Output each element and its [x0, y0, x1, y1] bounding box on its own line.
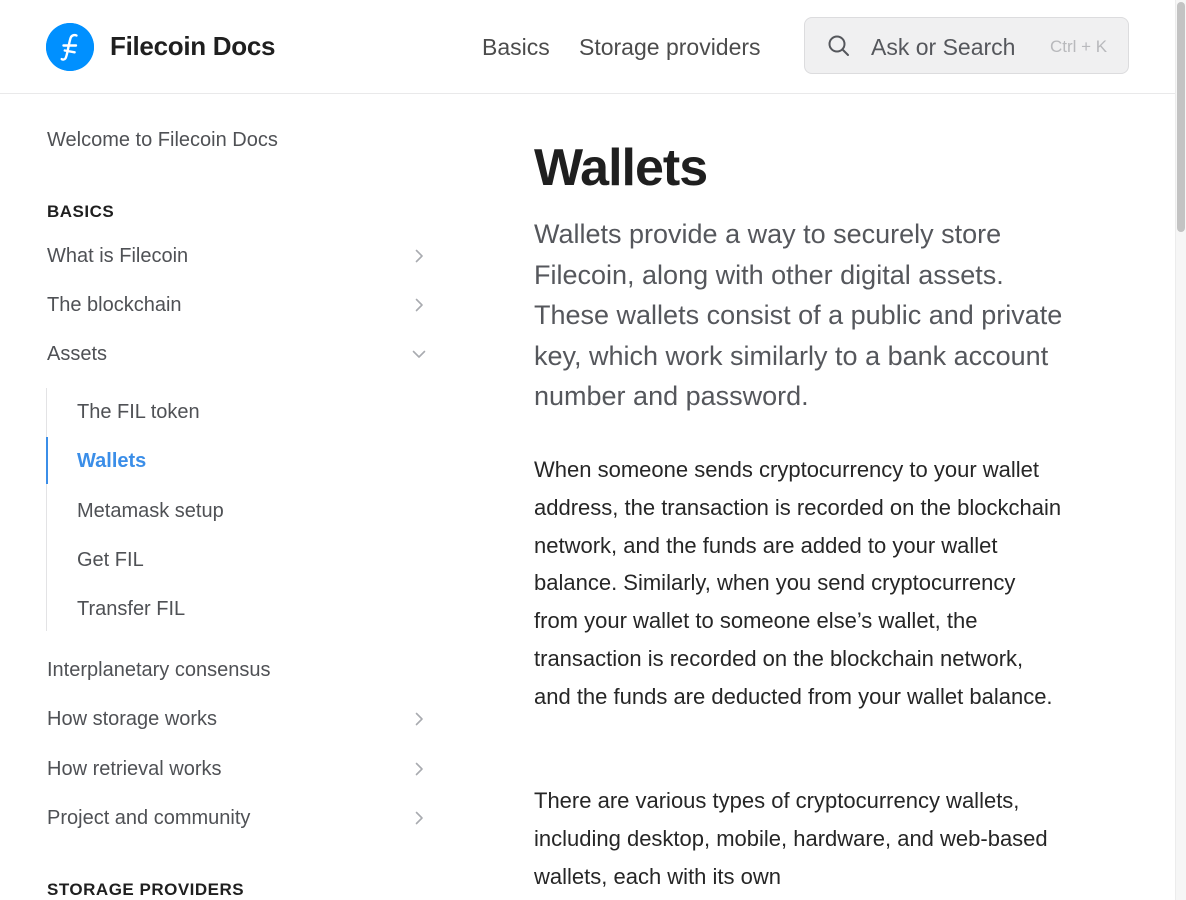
chevron-right-icon[interactable] [410, 247, 428, 265]
sidebar-item-how-retrieval-works[interactable]: How retrieval works [47, 757, 221, 781]
chevron-right-icon[interactable] [410, 760, 428, 778]
search-shortcut-hint: Ctrl + K [1050, 37, 1108, 56]
sidebar-item-what-is-filecoin[interactable]: What is Filecoin [47, 244, 188, 268]
sidebar-item-transfer-fil[interactable]: Transfer FIL [77, 597, 185, 621]
chevron-right-icon[interactable] [410, 809, 428, 827]
sidebar-item-project-and-community[interactable]: Project and community [47, 806, 250, 830]
page-scrollbar[interactable] [1175, 0, 1186, 900]
top-header: Filecoin Docs Basics Storage providers A… [0, 0, 1175, 94]
sidebar-item-metamask-setup[interactable]: Metamask setup [77, 499, 224, 523]
search-icon [826, 33, 852, 59]
active-item-indicator [46, 437, 48, 484]
sidebar-item-assets[interactable]: Assets [47, 342, 107, 366]
scrollbar-thumb[interactable] [1177, 2, 1185, 232]
search-placeholder[interactable]: Ask or Search [871, 33, 1015, 61]
docs-page: Filecoin Docs Basics Storage providers A… [0, 0, 1186, 900]
assets-subnav-rail [46, 388, 47, 631]
sidebar-item-how-storage-works[interactable]: How storage works [47, 707, 217, 731]
lead-paragraph: Wallets provide a way to securely store … [534, 219, 1063, 411]
sidebar-item-welcome[interactable]: Welcome to Filecoin Docs [47, 128, 278, 152]
chevron-right-icon[interactable] [410, 710, 428, 728]
chevron-down-icon[interactable] [410, 345, 428, 363]
page-title: Wallets [534, 139, 708, 197]
body-paragraph-1: When someone sends cryptocurrency to you… [534, 457, 1062, 709]
body-paragraph-2: There are various types of cryptocurrenc… [534, 788, 1048, 889]
sidebar-item-the-blockchain[interactable]: The blockchain [47, 293, 182, 317]
sidebar-item-get-fil[interactable]: Get FIL [77, 548, 144, 572]
sidebar-item-fil-token[interactable]: The FIL token [77, 400, 200, 424]
chevron-right-icon[interactable] [410, 296, 428, 314]
sidebar-section-basics: BASICS [47, 202, 115, 221]
nav-basics-link[interactable]: Basics [482, 33, 550, 61]
sidebar-item-wallets[interactable]: Wallets [77, 449, 146, 473]
brand-title[interactable]: Filecoin Docs [110, 30, 275, 62]
sidebar-item-interplanetary-consensus[interactable]: Interplanetary consensus [47, 658, 270, 682]
sidebar-section-storage-providers: STORAGE PROVIDERS [47, 880, 245, 899]
nav-storage-providers-link[interactable]: Storage providers [579, 33, 761, 61]
filecoin-logo-icon[interactable] [46, 23, 94, 71]
